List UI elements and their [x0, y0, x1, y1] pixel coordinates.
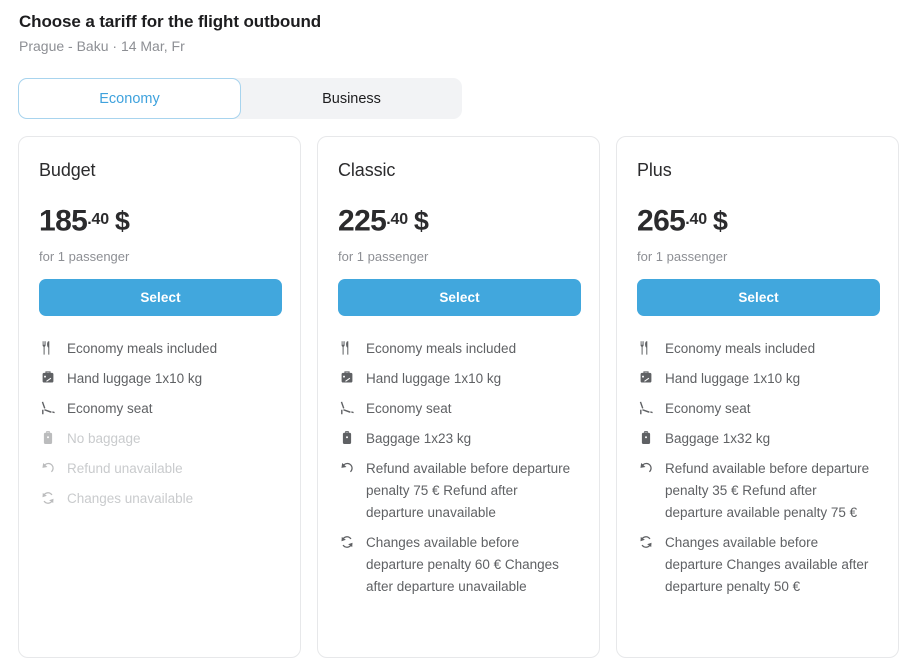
baggage-icon — [338, 429, 356, 447]
price-whole: 185 — [39, 204, 87, 237]
select-button[interactable]: Select — [637, 279, 880, 316]
refund-icon — [39, 459, 57, 477]
price-currency: $ — [713, 206, 727, 236]
meals-icon — [338, 339, 356, 357]
tariff-card-classic: Classic 225.40 $ for 1 passenger Select Econo… — [317, 136, 600, 658]
price-currency: $ — [414, 206, 428, 236]
seat-icon — [637, 399, 655, 417]
feature-text: Economy meals included — [366, 338, 516, 360]
select-button[interactable]: Select — [39, 279, 282, 316]
price-cents: .40 — [685, 211, 707, 228]
hand-luggage-icon — [338, 369, 356, 387]
select-button[interactable]: Select — [338, 279, 581, 316]
feature-item: Refund available before departure penalt… — [637, 458, 878, 524]
flight-route-subtitle: Prague - Baku · 14 Mar, Fr — [19, 37, 321, 55]
tariff-card-budget: Budget 185.40 $ for 1 passenger Select Econom… — [18, 136, 301, 658]
feature-item: Economy seat — [338, 398, 579, 420]
feature-text: Refund available before departure penalt… — [366, 458, 579, 524]
feature-item: Changes available before departure Chang… — [637, 532, 878, 598]
feature-item: Baggage 1x23 kg — [338, 428, 579, 450]
seat-icon — [338, 399, 356, 417]
feature-text: Baggage 1x23 kg — [366, 428, 471, 450]
tab-economy-label: Economy — [99, 91, 159, 107]
meals-icon — [39, 339, 57, 357]
meals-icon — [637, 339, 655, 357]
feature-item: Refund unavailable — [39, 458, 280, 480]
price-note: for 1 passenger — [637, 249, 878, 265]
baggage-icon — [39, 429, 57, 447]
hand-luggage-icon — [39, 369, 57, 387]
price-whole: 225 — [338, 204, 386, 237]
changes-icon — [338, 533, 356, 551]
feature-item: Hand luggage 1x10 kg — [637, 368, 878, 390]
feature-text: Hand luggage 1x10 kg — [67, 368, 202, 390]
tariff-price: 185.40 $ — [39, 204, 280, 242]
feature-list: Economy meals included Hand luggage 1x10 … — [338, 338, 579, 598]
baggage-icon — [637, 429, 655, 447]
tab-business[interactable]: Business — [241, 78, 462, 119]
changes-icon — [39, 489, 57, 507]
feature-text: Refund available before departure penalt… — [665, 458, 878, 524]
tariff-price: 265.40 $ — [637, 204, 878, 242]
feature-text: Economy seat — [665, 398, 751, 420]
feature-list: Economy meals included Hand luggage 1x10 … — [39, 338, 280, 510]
hand-luggage-icon — [637, 369, 655, 387]
tab-economy[interactable]: Economy — [18, 78, 241, 119]
tariff-card-plus: Plus 265.40 $ for 1 passenger Select Economy … — [616, 136, 899, 658]
refund-icon — [637, 459, 655, 477]
feature-item: Hand luggage 1x10 kg — [338, 368, 579, 390]
feature-item: Baggage 1x32 kg — [637, 428, 878, 450]
page-title: Choose a tariff for the flight outbound — [19, 11, 321, 32]
feature-text: No baggage — [67, 428, 141, 450]
feature-text: Changes available before departure Chang… — [665, 532, 878, 598]
feature-item: Economy seat — [39, 398, 280, 420]
page-header: Choose a tariff for the flight outbound … — [19, 11, 321, 55]
tariff-name: Budget — [39, 159, 280, 181]
feature-text: Changes unavailable — [67, 488, 193, 510]
feature-item: Changes available before departure penal… — [338, 532, 579, 598]
feature-item: Economy meals included — [39, 338, 280, 360]
feature-item: No baggage — [39, 428, 280, 450]
feature-text: Hand luggage 1x10 kg — [665, 368, 800, 390]
feature-text: Economy seat — [67, 398, 153, 420]
feature-text: Changes available before departure penal… — [366, 532, 579, 598]
feature-item: Refund available before departure penalt… — [338, 458, 579, 524]
feature-list: Economy meals included Hand luggage 1x10 … — [637, 338, 878, 598]
feature-text: Baggage 1x32 kg — [665, 428, 770, 450]
price-note: for 1 passenger — [39, 249, 280, 265]
refund-icon — [338, 459, 356, 477]
price-whole: 265 — [637, 204, 685, 237]
tariff-name: Classic — [338, 159, 579, 181]
feature-item: Economy meals included — [637, 338, 878, 360]
feature-item: Hand luggage 1x10 kg — [39, 368, 280, 390]
tariff-price: 225.40 $ — [338, 204, 579, 242]
feature-text: Economy meals included — [67, 338, 217, 360]
price-cents: .40 — [87, 211, 109, 228]
feature-text: Economy seat — [366, 398, 452, 420]
tariff-selection-page: Choose a tariff for the flight outbound … — [0, 0, 920, 668]
feature-text: Economy meals included — [665, 338, 815, 360]
price-currency: $ — [115, 206, 129, 236]
changes-icon — [637, 533, 655, 551]
feature-item: Changes unavailable — [39, 488, 280, 510]
feature-item: Economy seat — [637, 398, 878, 420]
price-cents: .40 — [386, 211, 408, 228]
feature-item: Economy meals included — [338, 338, 579, 360]
cabin-class-tabs: Economy Business — [18, 78, 462, 119]
feature-text: Hand luggage 1x10 kg — [366, 368, 501, 390]
price-note: for 1 passenger — [338, 249, 579, 265]
seat-icon — [39, 399, 57, 417]
tab-business-label: Business — [322, 91, 381, 107]
tariff-name: Plus — [637, 159, 878, 181]
feature-text: Refund unavailable — [67, 458, 183, 480]
tariff-card-list: Budget185.40$for 1 passengerSelectEconom… — [18, 136, 899, 658]
